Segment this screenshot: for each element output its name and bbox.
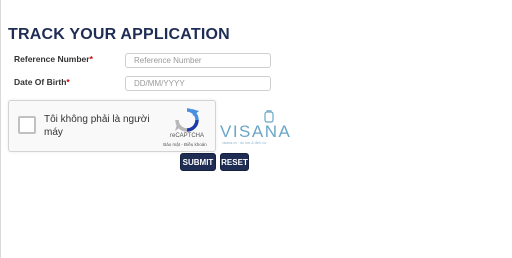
date-of-birth-input[interactable] (125, 76, 271, 91)
recaptcha-checkbox-label: Tôi không phải là người máy (44, 114, 150, 138)
date-of-birth-label: Date Of Birth* (14, 77, 70, 87)
date-of-birth-label-text: Date Of Birth (14, 77, 67, 87)
reset-button[interactable]: RESET (220, 153, 249, 171)
required-mark: * (89, 54, 93, 64)
visana-watermark: VISANA visana.vn · du học & định cư (220, 110, 296, 150)
recaptcha-brand: reCAPTCHA (169, 133, 204, 139)
visana-watermark-tagline: visana.vn · du học & định cư (222, 141, 267, 145)
required-mark: * (66, 77, 70, 87)
reference-number-label-text: Reference Number (14, 54, 90, 64)
page-title: TRACK YOUR APPLICATION (8, 26, 230, 43)
recaptcha-widget: Tôi không phải là người máy reCAPTCHA Bả… (8, 100, 216, 152)
recaptcha-terms-links[interactable]: Bảo mật - Điều khoản (153, 142, 217, 147)
page-left-border (0, 0, 1, 258)
visana-watermark-text: VISANA (220, 122, 292, 141)
submit-button[interactable]: SUBMIT (180, 153, 216, 171)
reference-number-label: Reference Number* (14, 54, 93, 64)
reference-number-input[interactable] (125, 53, 271, 68)
recaptcha-checkbox[interactable] (18, 116, 36, 134)
recaptcha-logo-icon (175, 108, 199, 132)
